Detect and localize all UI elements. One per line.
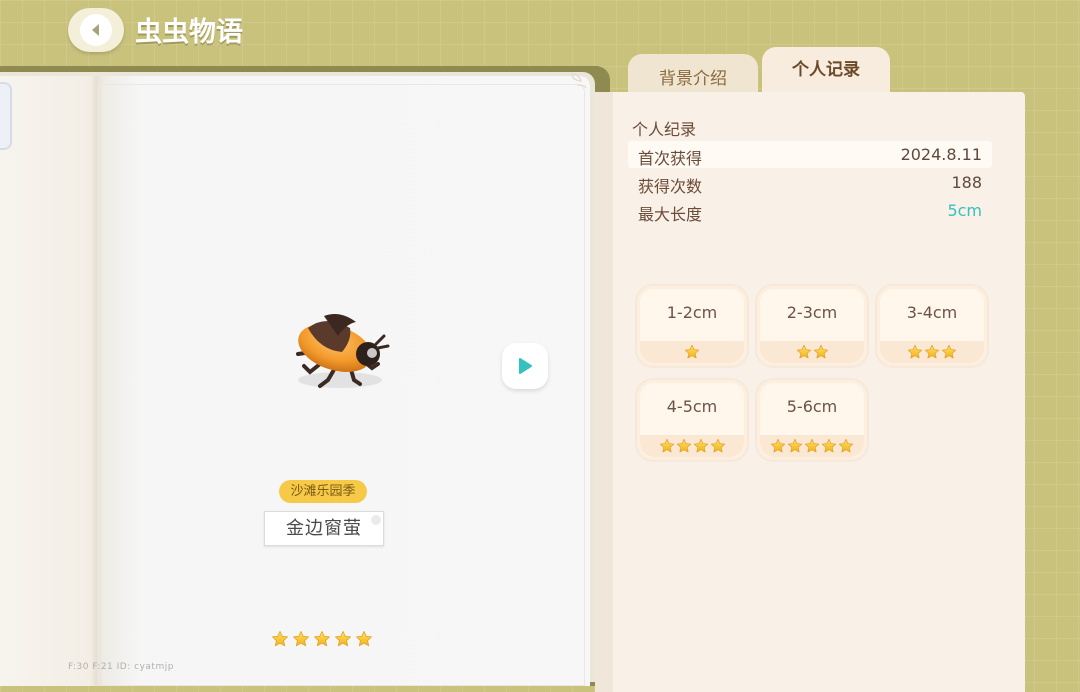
record-value: 5cm bbox=[947, 201, 982, 220]
size-tier-label: 5-6cm bbox=[786, 397, 838, 416]
record-row-obtain-count: 获得次数 188 bbox=[628, 169, 992, 196]
panel-edge bbox=[595, 92, 613, 692]
star-icon bbox=[271, 630, 289, 648]
play-right-icon bbox=[519, 358, 532, 374]
star-icon bbox=[924, 344, 940, 360]
record-value: 2024.8.11 bbox=[900, 145, 982, 164]
size-tier-card[interactable]: 5-6cm bbox=[757, 380, 867, 460]
season-badge: 沙滩乐园季 bbox=[279, 480, 367, 503]
top-bar: 虫虫物语 bbox=[0, 0, 1080, 60]
back-button[interactable] bbox=[68, 8, 124, 52]
record-row-max-length: 最大长度 5cm bbox=[628, 197, 992, 224]
size-tier-stars bbox=[880, 341, 984, 363]
page-corner-ornament-icon bbox=[571, 73, 587, 89]
record-label: 最大长度 bbox=[638, 205, 703, 224]
debug-info: F:30 F:21 ID: cyatmjp bbox=[68, 662, 174, 672]
page-title: 虫虫物语 bbox=[135, 17, 243, 48]
size-tier-card[interactable]: 1-2cm bbox=[637, 286, 747, 366]
size-tier-label: 4-5cm bbox=[666, 397, 718, 416]
insect-illustration bbox=[296, 314, 390, 388]
record-value: 188 bbox=[951, 173, 982, 192]
star-icon bbox=[292, 630, 310, 648]
star-icon bbox=[770, 438, 786, 454]
star-icon bbox=[787, 438, 803, 454]
star-icon bbox=[676, 438, 692, 454]
star-icon bbox=[838, 438, 854, 454]
insect-name: 金边窗萤 bbox=[286, 518, 362, 539]
rarity-stars bbox=[271, 630, 373, 648]
star-icon bbox=[334, 630, 352, 648]
record-label: 获得次数 bbox=[638, 177, 703, 196]
star-icon bbox=[813, 344, 829, 360]
star-icon bbox=[710, 438, 726, 454]
size-tier-label: 2-3cm bbox=[786, 303, 838, 322]
record-section-title: 个人纪录 bbox=[632, 120, 697, 139]
star-icon bbox=[313, 630, 331, 648]
record-label: 首次获得 bbox=[638, 149, 703, 168]
chevron-left-icon bbox=[80, 14, 112, 46]
size-tier-stars bbox=[640, 341, 744, 363]
size-tier-label: 1-2cm bbox=[666, 303, 718, 322]
star-icon bbox=[821, 438, 837, 454]
star-icon bbox=[941, 344, 957, 360]
star-icon bbox=[355, 630, 373, 648]
record-row-first-obtained: 首次获得 2024.8.11 bbox=[628, 141, 992, 168]
size-tier-stars bbox=[640, 435, 744, 457]
star-icon bbox=[804, 438, 820, 454]
star-icon bbox=[659, 438, 675, 454]
next-page-button[interactable] bbox=[502, 343, 548, 389]
star-icon bbox=[796, 344, 812, 360]
star-icon bbox=[684, 344, 700, 360]
plate-decoration bbox=[371, 515, 381, 525]
star-icon bbox=[907, 344, 923, 360]
size-tier-stars bbox=[760, 341, 864, 363]
insect-name-plate: 金边窗萤 bbox=[264, 511, 384, 546]
size-tier-card[interactable]: 2-3cm bbox=[757, 286, 867, 366]
size-tier-label: 3-4cm bbox=[906, 303, 958, 322]
size-tier-card[interactable]: 3-4cm bbox=[877, 286, 987, 366]
size-tier-stars bbox=[760, 435, 864, 457]
prev-page-tab[interactable] bbox=[0, 82, 12, 150]
star-icon bbox=[693, 438, 709, 454]
size-tier-card[interactable]: 4-5cm bbox=[637, 380, 747, 460]
